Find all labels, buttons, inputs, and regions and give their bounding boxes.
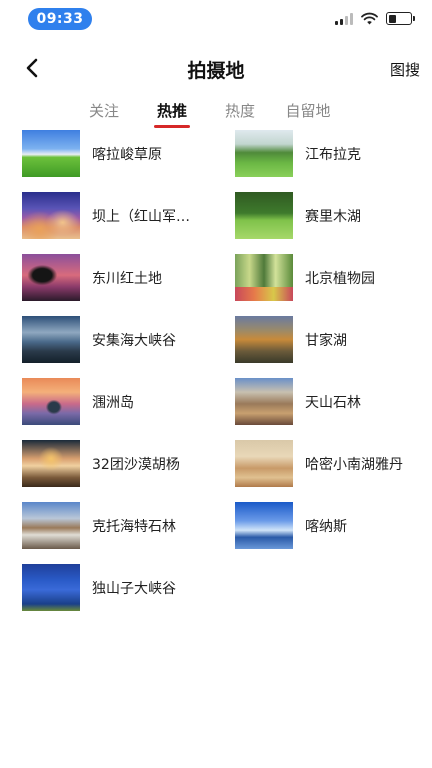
location-name: 喀拉峻草原 xyxy=(92,146,162,163)
location-item[interactable]: 喀拉峻草原 xyxy=(22,130,235,177)
location-grid: 喀拉峻草原 江布拉克 坝上（红山军… 赛里木湖 东川红土地 北京植物园 安集海大… xyxy=(22,130,422,611)
location-item[interactable]: 赛里木湖 xyxy=(235,192,422,239)
location-item[interactable]: 坝上（红山军… xyxy=(22,192,235,239)
location-item[interactable]: 天山石林 xyxy=(235,378,422,425)
location-thumbnail xyxy=(235,440,293,487)
wifi-icon xyxy=(361,12,378,25)
location-item[interactable]: 哈密小南湖雅丹 xyxy=(235,440,422,487)
location-name: 北京植物园 xyxy=(305,270,375,287)
location-thumbnail xyxy=(235,254,293,301)
location-name: 甘家湖 xyxy=(305,332,347,349)
location-name: 东川红土地 xyxy=(92,270,162,287)
battery-icon xyxy=(386,12,415,25)
location-name: 江布拉克 xyxy=(305,146,361,163)
location-item[interactable]: 安集海大峡谷 xyxy=(22,316,235,363)
location-item[interactable]: 32团沙漠胡杨 xyxy=(22,440,235,487)
location-item[interactable]: 东川红土地 xyxy=(22,254,235,301)
location-name: 喀纳斯 xyxy=(305,518,347,535)
location-item[interactable]: 克托海特石林 xyxy=(22,502,235,549)
location-name: 安集海大峡谷 xyxy=(92,332,176,349)
category-tabs: 关注 热推 热度 自留地 xyxy=(70,98,342,130)
location-name: 坝上（红山军… xyxy=(92,208,190,225)
location-thumbnail xyxy=(235,192,293,239)
location-thumbnail xyxy=(235,316,293,363)
location-thumbnail xyxy=(22,564,80,611)
status-bar: 09:33 xyxy=(0,0,432,40)
location-item[interactable]: 北京植物园 xyxy=(235,254,422,301)
location-item[interactable]: 涠洲岛 xyxy=(22,378,235,425)
location-thumbnail xyxy=(22,316,80,363)
location-name: 32团沙漠胡杨 xyxy=(92,456,180,473)
header: 拍摄地 图搜 xyxy=(0,48,432,88)
location-name: 涠洲岛 xyxy=(92,394,134,411)
location-thumbnail xyxy=(235,130,293,177)
location-item[interactable]: 独山子大峡谷 xyxy=(22,564,235,611)
tab-popularity[interactable]: 热度 xyxy=(206,98,274,130)
location-thumbnail xyxy=(235,378,293,425)
page-title: 拍摄地 xyxy=(187,60,245,82)
location-name: 克托海特石林 xyxy=(92,518,176,535)
location-thumbnail xyxy=(22,192,80,239)
tab-hot[interactable]: 热推 xyxy=(138,98,206,130)
location-thumbnail xyxy=(22,502,80,549)
location-name: 赛里木湖 xyxy=(305,208,361,225)
signal-icon xyxy=(335,12,353,25)
location-item[interactable]: 江布拉克 xyxy=(235,130,422,177)
location-thumbnail xyxy=(22,130,80,177)
tab-own-spots[interactable]: 自留地 xyxy=(274,98,342,130)
location-thumbnail xyxy=(22,378,80,425)
tab-follow[interactable]: 关注 xyxy=(70,98,138,130)
location-item[interactable]: 甘家湖 xyxy=(235,316,422,363)
location-item[interactable]: 喀纳斯 xyxy=(235,502,422,549)
status-icons xyxy=(335,12,415,25)
location-thumbnail xyxy=(235,502,293,549)
location-name: 独山子大峡谷 xyxy=(92,580,176,597)
image-search-button[interactable]: 图搜 xyxy=(390,59,420,80)
status-time: 09:33 xyxy=(28,8,92,30)
location-thumbnail xyxy=(22,440,80,487)
location-name: 哈密小南湖雅丹 xyxy=(305,456,403,473)
location-name: 天山石林 xyxy=(305,394,361,411)
location-thumbnail xyxy=(22,254,80,301)
